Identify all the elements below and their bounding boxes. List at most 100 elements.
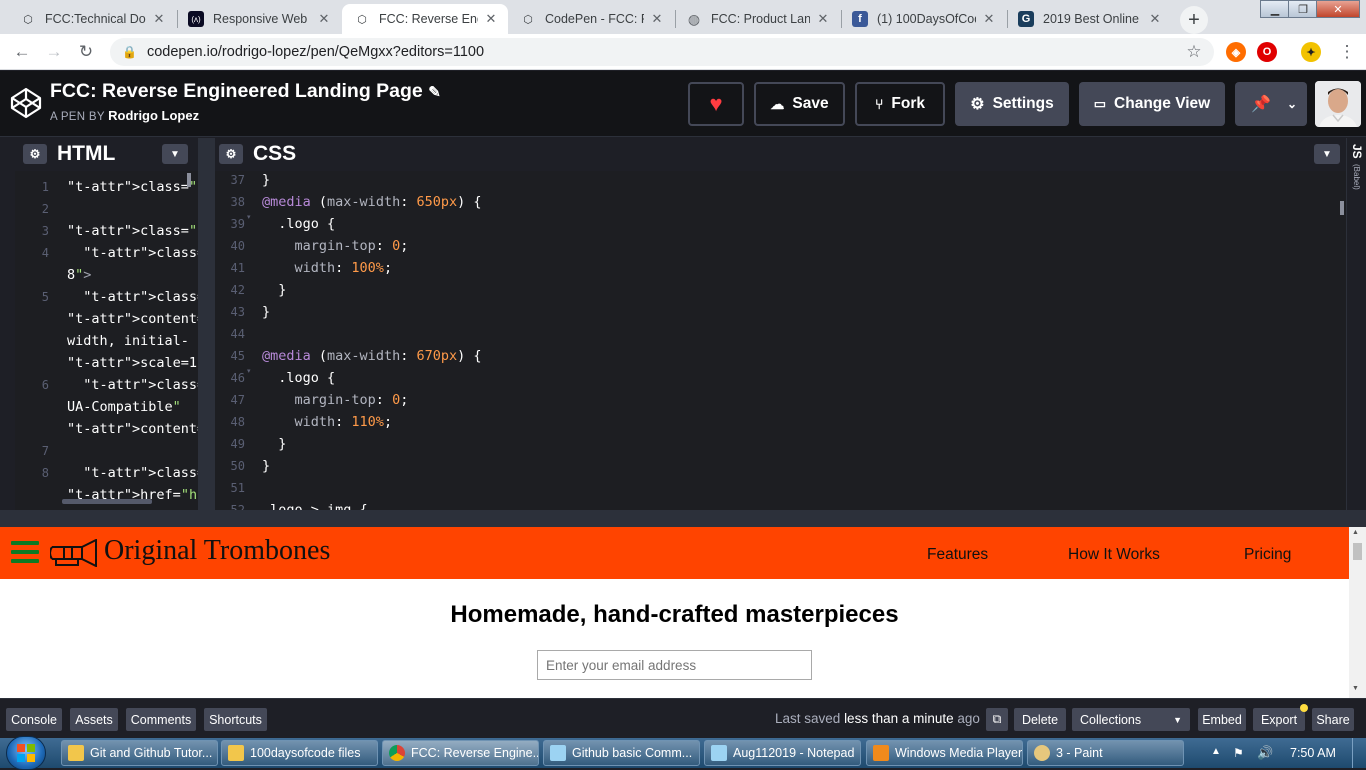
- code-line[interactable]: 8">: [67, 264, 198, 286]
- code-line[interactable]: }: [262, 455, 1332, 477]
- scrollbar[interactable]: [1340, 201, 1344, 215]
- comments-button[interactable]: Comments: [126, 708, 196, 731]
- code-line[interactable]: "t-attr">class="t-tag"><"t-attr">class="…: [67, 220, 198, 242]
- code-line[interactable]: "t-attr">class="t-tag"><"t-attr">class="…: [67, 242, 198, 264]
- taskbar-item[interactable]: Github basic Comm...: [543, 740, 700, 766]
- start-button[interactable]: [6, 736, 46, 770]
- chevron-down-icon[interactable]: ⌄: [1287, 97, 1297, 111]
- reload-icon[interactable]: ↻: [75, 41, 97, 63]
- heart-button[interactable]: ♥: [688, 82, 744, 126]
- minimize-button[interactable]: ▁: [1260, 0, 1290, 18]
- code-line[interactable]: "t-attr">class="t-tag"><"t-attr">class="…: [67, 462, 198, 484]
- browser-tab[interactable]: ⬡ FCC:Technical Docu ✕: [8, 4, 176, 34]
- fork-button[interactable]: ⑂ Fork: [855, 82, 945, 126]
- forward-arrow-icon[interactable]: →: [43, 41, 65, 63]
- share-button[interactable]: Share: [1312, 708, 1354, 731]
- back-arrow-icon[interactable]: ←: [11, 41, 33, 63]
- code-line[interactable]: }: [262, 433, 1332, 455]
- shield-extension-icon[interactable]: ◈: [1226, 42, 1246, 62]
- email-field[interactable]: [537, 650, 812, 680]
- pen-title[interactable]: FCC: Reverse Engineered Landing Page ✎: [50, 80, 441, 103]
- code-line[interactable]: @media (max-width: 650px) {: [262, 191, 1332, 213]
- code-line[interactable]: @media (max-width: 670px) {: [262, 345, 1332, 367]
- chevron-down-icon[interactable]: ▼: [1314, 144, 1340, 164]
- close-icon[interactable]: ✕: [816, 11, 830, 27]
- opera-extension-icon[interactable]: O: [1257, 42, 1277, 62]
- taskbar-item[interactable]: Aug112019 - Notepad: [704, 740, 861, 766]
- collections-button[interactable]: Collections ▼: [1072, 708, 1190, 731]
- volume-icon[interactable]: 🔊: [1257, 745, 1273, 761]
- css-code-pane[interactable]: 37383940414243444546474849505152 ▾ ▾ }@m…: [215, 169, 1346, 517]
- browser-tab[interactable]: ⬡ CodePen - FCC: Re ✕: [508, 4, 674, 34]
- nav-link-how-it-works[interactable]: How It Works: [1068, 546, 1160, 564]
- save-button[interactable]: ☁ Save: [754, 82, 845, 126]
- code-line[interactable]: "t-attr">class="t-tag"><"t-attr">class="…: [67, 286, 198, 308]
- fold-arrow-icon[interactable]: ▾: [247, 367, 251, 375]
- html-code[interactable]: "t-attr">class="t-tag"><"t-attr">class="…: [67, 176, 198, 501]
- code-line[interactable]: }: [262, 301, 1332, 323]
- gear-icon[interactable]: ⚙: [23, 144, 47, 164]
- delete-button[interactable]: Delete: [1014, 708, 1066, 731]
- assets-button[interactable]: Assets: [70, 708, 118, 731]
- code-line[interactable]: }: [262, 279, 1332, 301]
- system-clock[interactable]: 7:50 AM: [1290, 746, 1336, 760]
- scroll-up-icon[interactable]: ▲: [1352, 529, 1359, 536]
- maximize-button[interactable]: ❐: [1288, 0, 1318, 18]
- code-line[interactable]: [67, 440, 198, 462]
- close-icon[interactable]: ✕: [484, 11, 498, 27]
- code-line[interactable]: .logo > img {: [262, 499, 1332, 510]
- export-button[interactable]: Export: [1253, 704, 1308, 731]
- browser-tab[interactable]: ◍ FCC: Product Landi ✕: [674, 4, 840, 34]
- new-tab-button[interactable]: +: [1180, 6, 1208, 34]
- browser-tab[interactable]: f (1) 100DaysOfCode ✕: [840, 4, 1006, 34]
- codepen-logo-icon[interactable]: [10, 87, 42, 119]
- code-line[interactable]: margin-top: 0;: [262, 389, 1332, 411]
- scrollbar[interactable]: [187, 173, 191, 187]
- scroll-down-icon[interactable]: ▼: [1352, 685, 1359, 692]
- gear-icon[interactable]: ⚙: [219, 144, 243, 164]
- pencil-icon[interactable]: ✎: [428, 84, 441, 101]
- pin-button[interactable]: 📌 ⌄: [1235, 82, 1307, 126]
- taskbar-item[interactable]: Windows Media Player: [866, 740, 1023, 766]
- code-line[interactable]: }: [262, 169, 1332, 191]
- scrollbar-thumb[interactable]: [1353, 543, 1362, 560]
- extension-icon[interactable]: ✦: [1301, 42, 1321, 62]
- close-icon[interactable]: ✕: [1148, 11, 1162, 27]
- show-desktop-button[interactable]: [1352, 738, 1366, 768]
- change-view-button[interactable]: ▭ Change View: [1079, 82, 1225, 126]
- scrollbar[interactable]: [62, 499, 152, 504]
- css-code[interactable]: } @media (max-width: 650px) { .logo { mar…: [262, 169, 1332, 510]
- code-line[interactable]: [67, 198, 198, 220]
- html-code-pane[interactable]: 1 2 3 4 5 6 7 8 "t-attr">class="t-tag"><"t-attr…: [15, 171, 198, 510]
- code-line[interactable]: .logo {: [262, 367, 1332, 389]
- taskbar-item[interactable]: 100daysofcode files: [221, 740, 378, 766]
- code-line[interactable]: width, initial-: [67, 330, 198, 352]
- taskbar-item[interactable]: Git and Github Tutor...: [61, 740, 218, 766]
- tray-expand-icon[interactable]: ▲: [1211, 746, 1221, 757]
- editor-resizer[interactable]: [198, 138, 215, 510]
- browser-tab[interactable]: G 2019 Best Online M ✕: [1006, 4, 1172, 34]
- hamburger-menu-icon[interactable]: [8, 537, 42, 567]
- preview-scrollbar[interactable]: ▲ ▼: [1349, 527, 1366, 698]
- close-icon[interactable]: ✕: [317, 11, 331, 27]
- browser-tab-active[interactable]: ⬡ FCC: Reverse Engin ✕: [342, 4, 508, 34]
- code-line[interactable]: "t-attr">content="">ie=edge: [67, 418, 198, 440]
- code-line[interactable]: "t-attr">content="">width=d: [67, 308, 198, 330]
- js-editor-collapsed[interactable]: JS (Babel): [1346, 138, 1366, 510]
- action-center-flag-icon[interactable]: ⚑: [1233, 746, 1244, 760]
- close-icon[interactable]: ✕: [650, 11, 664, 27]
- taskbar-item[interactable]: 3 - Paint: [1027, 740, 1184, 766]
- menu-dots-icon[interactable]: ⋮: [1336, 41, 1358, 63]
- shortcuts-button[interactable]: Shortcuts: [204, 708, 267, 731]
- external-link-icon[interactable]: ⧉: [986, 708, 1008, 731]
- code-line[interactable]: margin-top: 0;: [262, 235, 1332, 257]
- bookmark-star-icon[interactable]: ☆: [1183, 41, 1205, 63]
- nav-link-features[interactable]: Features: [927, 546, 988, 564]
- browser-tab[interactable]: (ʌ) Responsive Web De ✕: [176, 4, 341, 34]
- code-line[interactable]: width: 110%;: [262, 411, 1332, 433]
- close-icon[interactable]: ✕: [982, 11, 996, 27]
- embed-button[interactable]: Embed: [1198, 708, 1246, 731]
- nav-link-pricing[interactable]: Pricing: [1244, 546, 1291, 564]
- code-line[interactable]: width: 100%;: [262, 257, 1332, 279]
- address-bar[interactable]: 🔒 codepen.io/rodrigo-lopez/pen/QeMgxx?ed…: [110, 38, 1214, 66]
